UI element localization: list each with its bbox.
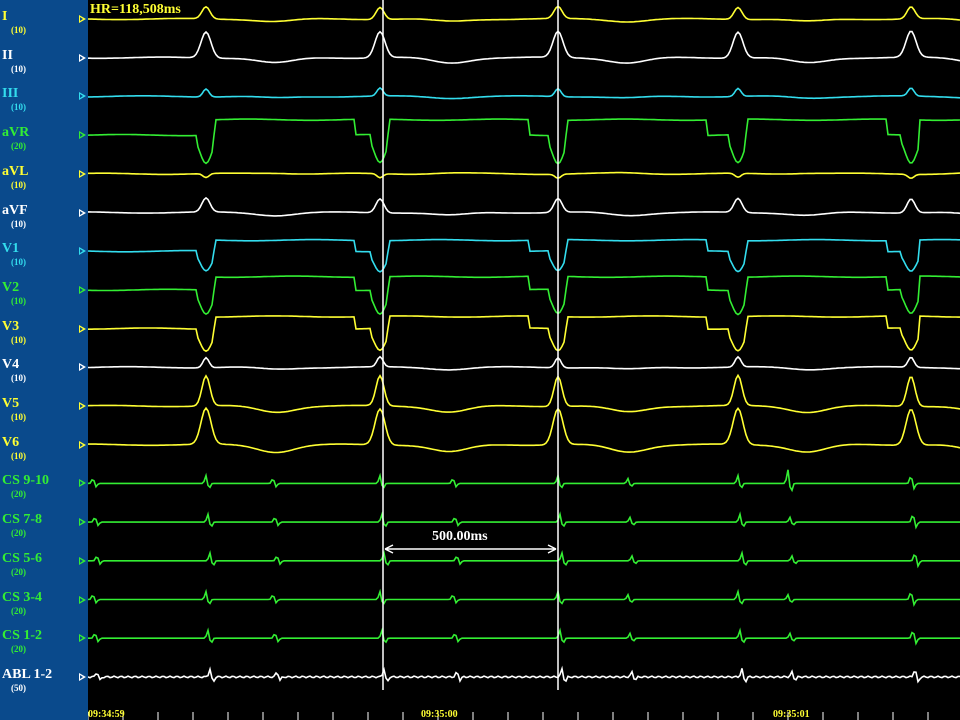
timestamp-label: 09:35:01 (773, 709, 810, 720)
baseline-marker-icon[interactable] (79, 595, 86, 604)
ecg-waveform (88, 275, 960, 316)
timestamp-label: 09:34:59 (88, 709, 125, 720)
lead-label: V5 (2, 396, 20, 411)
lead-gain-label: (10) (11, 25, 26, 35)
baseline-marker-icon[interactable] (79, 440, 86, 449)
ecg-waveform (88, 30, 960, 64)
baseline-marker-icon[interactable] (79, 324, 86, 333)
lead-gain-label: (10) (11, 179, 26, 190)
lead-gain-label: (10) (11, 295, 26, 306)
lead-gain-label: (10) (11, 450, 26, 461)
baseline-marker-icon[interactable] (79, 556, 86, 565)
lead-label: CS 1-2 (2, 628, 43, 644)
lead-label: CS 9-10 (2, 473, 50, 489)
ecg-waveform (88, 511, 960, 530)
baseline-marker-icon[interactable] (79, 53, 86, 62)
lead-gain-label: (20) (11, 644, 26, 655)
ecg-waveform (88, 171, 960, 180)
lead-gain-label: (10) (11, 412, 26, 422)
baseline-marker-icon[interactable] (79, 363, 86, 372)
lead-gain-label: (10) (11, 63, 26, 74)
ecg-waveform (88, 355, 960, 371)
lead-label: V6 (2, 434, 20, 450)
ecg-waveform (88, 373, 960, 414)
ecg-waveform (88, 665, 960, 684)
ecg-waveform (88, 588, 960, 608)
ecg-waveform (88, 406, 960, 454)
ecg-waveform (88, 238, 960, 273)
lead-gain-label: (10) (11, 218, 26, 229)
baseline-marker-icon[interactable] (79, 634, 86, 643)
ecg-waveform (88, 118, 960, 165)
baseline-marker-icon[interactable] (79, 15, 86, 23)
lead-label: aVF (2, 202, 28, 218)
lead-label-panel: I (10) II (10) III (10) aVR (20) aVL (10) aVF (10) V… (0, 0, 88, 720)
timestamp-label: 09:35:00 (421, 709, 458, 720)
ecg-waveform (88, 5, 960, 23)
baseline-marker-icon[interactable] (79, 672, 86, 681)
lead-label: V2 (2, 279, 20, 295)
baseline-marker-icon[interactable] (79, 208, 86, 217)
lead-gain-label: (20) (11, 566, 26, 577)
heart-rate-readout: HR=118,508ms (90, 2, 181, 17)
ecg-waveform (88, 627, 960, 646)
lead-gain-label: (50) (11, 682, 26, 693)
lead-gain-label: (10) (11, 334, 26, 345)
lead-label: III (2, 86, 19, 102)
baseline-marker-icon[interactable] (79, 169, 86, 178)
lead-gain-label: (20) (11, 141, 26, 152)
lead-label: V3 (2, 318, 20, 334)
baseline-marker-icon[interactable] (79, 247, 86, 256)
lead-label: aVR (2, 125, 30, 141)
lead-label: CS 3-4 (2, 589, 43, 605)
lead-label: CS 5-6 (2, 550, 43, 566)
baseline-marker-icon[interactable] (79, 131, 86, 140)
baseline-marker-icon[interactable] (79, 402, 86, 410)
lead-label: V1 (2, 241, 20, 257)
lead-label: ABL 1-2 (2, 666, 53, 682)
baseline-marker-icon[interactable] (79, 92, 86, 101)
lead-label: aVL (2, 163, 29, 179)
lead-gain-label: (10) (11, 102, 26, 113)
lead-label: CS 7-8 (2, 512, 43, 528)
ecg-waveform (88, 315, 960, 353)
baseline-marker-icon[interactable] (79, 285, 86, 294)
ecg-trace-area (88, 0, 960, 720)
ecg-waveform (88, 549, 960, 569)
ecg-waveform (88, 196, 960, 217)
caliper-arrow (384, 544, 557, 554)
ecg-waveform (88, 469, 960, 493)
lead-gain-label: (20) (11, 528, 26, 539)
lead-gain-label: (10) (11, 373, 26, 384)
baseline-marker-icon[interactable] (79, 518, 86, 527)
lead-label: I (2, 9, 8, 24)
lead-gain-label: (20) (11, 489, 26, 500)
lead-label: II (2, 47, 13, 63)
lead-gain-label: (10) (11, 257, 26, 268)
caliper-measurement-label: 500.00ms (432, 529, 488, 544)
lead-label: V4 (2, 357, 20, 373)
lead-gain-label: (20) (11, 605, 26, 616)
baseline-marker-icon[interactable] (79, 479, 86, 488)
ecg-waveform (88, 86, 960, 100)
